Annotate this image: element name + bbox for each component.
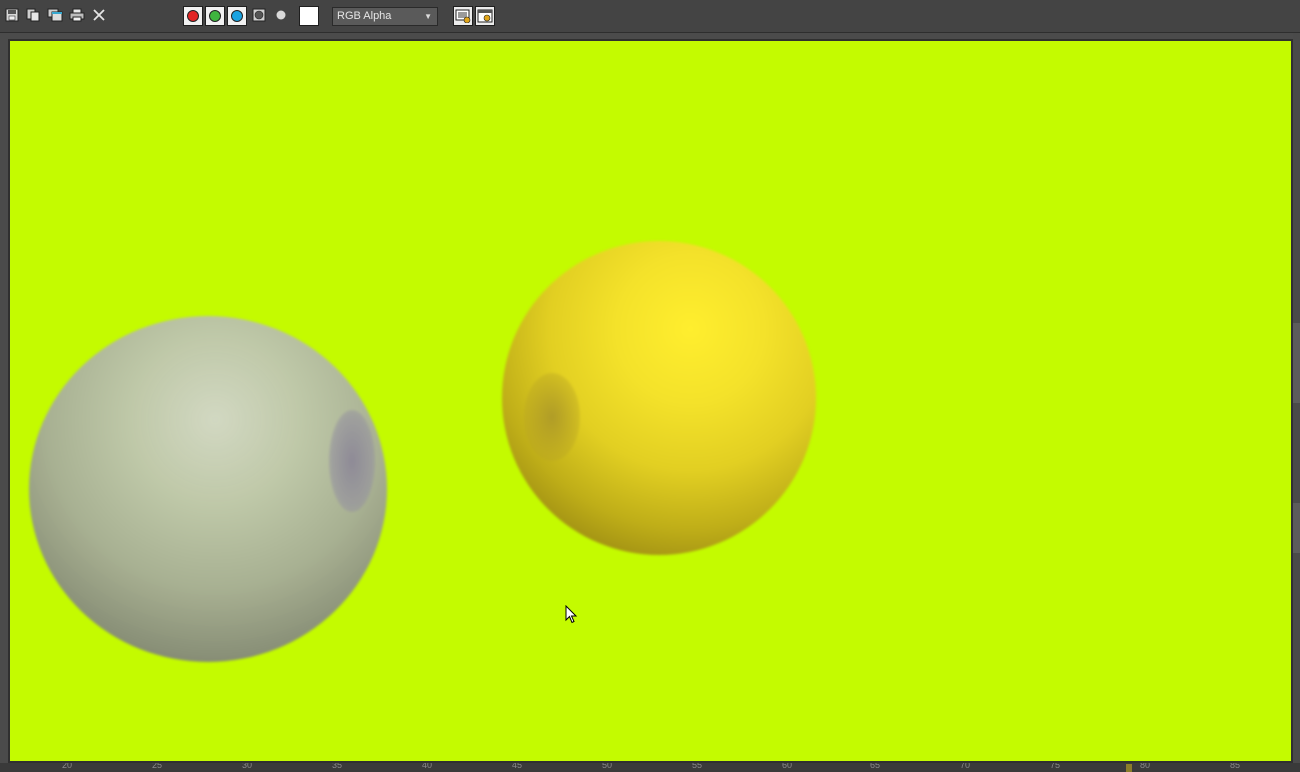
print-icon[interactable]	[68, 6, 86, 24]
monochrome-icon	[276, 10, 286, 20]
render-frame-window: RGB Alpha ▼ 20 25 30 35 40 45 50 55 60 6…	[0, 0, 1300, 772]
grey-sphere-highlight	[329, 410, 375, 512]
copy-image-icon[interactable]	[24, 6, 42, 24]
timeline-tick: 20	[62, 763, 73, 770]
side-panel-segment	[1293, 503, 1300, 553]
grey-sphere	[29, 316, 387, 662]
toggle-ui-overlay-button[interactable]	[453, 6, 473, 26]
chevron-down-icon: ▼	[424, 12, 432, 21]
timeline-tick: 85	[1230, 763, 1241, 770]
save-image-icon[interactable]	[3, 6, 21, 24]
blue-channel-button[interactable]	[227, 6, 247, 26]
timeline-tick: 35	[332, 763, 343, 770]
yellow-sphere-highlight	[524, 373, 580, 461]
timeline-tick: 45	[512, 763, 523, 770]
clear-icon[interactable]	[90, 6, 108, 24]
render-toolbar: RGB Alpha ▼	[0, 0, 1300, 33]
timeline-tick: 75	[1050, 763, 1061, 770]
timeline-key-marker[interactable]	[1126, 764, 1132, 772]
monochrome-button[interactable]	[272, 6, 290, 24]
alpha-channel-icon	[252, 8, 266, 22]
render-viewport[interactable]	[10, 41, 1291, 761]
mouse-cursor-icon	[565, 604, 579, 629]
timeline-tick: 65	[870, 763, 881, 770]
red-channel-icon	[187, 10, 199, 22]
toggle-ui-button[interactable]	[475, 6, 495, 26]
side-panel-segment	[1293, 323, 1300, 403]
blue-channel-icon	[231, 10, 243, 22]
timeline-tick: 60	[782, 763, 793, 770]
red-channel-button[interactable]	[183, 6, 203, 26]
clone-window-icon[interactable]	[46, 6, 64, 24]
timeline-tick: 55	[692, 763, 703, 770]
green-channel-icon	[209, 10, 221, 22]
channel-display-value: RGB Alpha	[337, 10, 392, 22]
yellow-sphere	[502, 241, 816, 555]
channel-display-select[interactable]: RGB Alpha ▼	[332, 7, 438, 26]
green-channel-button[interactable]	[205, 6, 225, 26]
timeline-tick: 40	[422, 763, 433, 770]
timeline-tick: 30	[242, 763, 253, 770]
timeline-tick: 80	[1140, 763, 1151, 770]
timeline-tick: 70	[960, 763, 971, 770]
timeline-tick: 25	[152, 763, 163, 770]
render-ui-icon	[477, 9, 493, 23]
timeline-tick: 50	[602, 763, 613, 770]
timeline-ruler[interactable]: 20 25 30 35 40 45 50 55 60 65 70 75 80 8…	[0, 763, 1300, 772]
side-panel-edge	[1293, 33, 1300, 763]
overlay-icon	[455, 9, 471, 23]
alpha-channel-button[interactable]	[250, 6, 268, 24]
color-swatch[interactable]	[299, 6, 319, 26]
